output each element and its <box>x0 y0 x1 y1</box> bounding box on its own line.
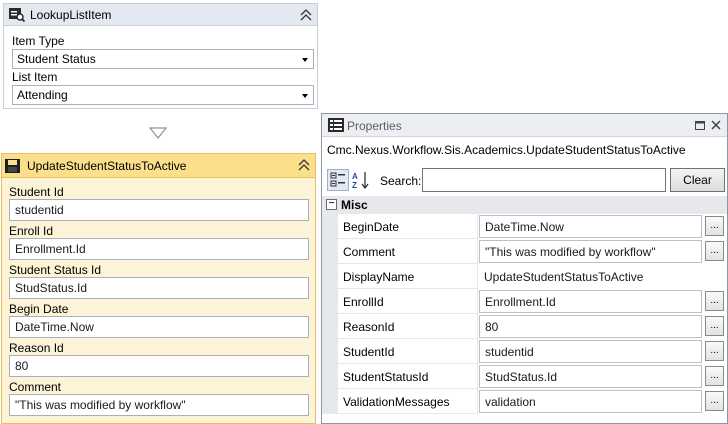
dropdown-arrow-icon <box>302 94 308 98</box>
student-status-id-field[interactable]: StudStatus.Id <box>9 277 309 299</box>
comment-field[interactable]: "This was modified by workflow" <box>9 394 309 416</box>
categorize-icon <box>330 172 345 187</box>
property-value-field[interactable]: 80 <box>479 315 702 338</box>
student-status-id-label: Student Status Id <box>9 263 102 277</box>
category-misc[interactable]: − Misc <box>322 196 727 214</box>
property-name: ReasonId <box>338 314 478 339</box>
ellipsis-button[interactable]: ... <box>705 216 724 236</box>
row-gutter <box>322 264 338 289</box>
close-icon[interactable] <box>710 119 722 131</box>
property-row-enrollid: EnrollId Enrollment.Id ... <box>322 289 727 314</box>
student-id-field[interactable]: studentid <box>9 199 309 221</box>
search-input[interactable] <box>422 168 666 192</box>
activity-header[interactable]: UpdateStudentStatusToActive <box>2 154 315 178</box>
lookup-list-item-activity[interactable]: LookupListItem Item Type Student Status … <box>3 3 318 109</box>
svg-text:A: A <box>352 172 358 181</box>
property-row-studentstatusid: StudentStatusId StudStatus.Id ... <box>322 364 727 389</box>
properties-title-bar: Properties <box>322 114 727 137</box>
sort-az-icon: A Z <box>352 172 369 190</box>
update-student-status-activity[interactable]: UpdateStudentStatusToActive Student Id s… <box>1 153 316 424</box>
property-name: StudentStatusId <box>338 364 478 389</box>
properties-toolbar: A Z Search: Clear <box>325 166 725 196</box>
property-value-field[interactable]: Enrollment.Id <box>479 290 702 313</box>
reason-id-label: Reason Id <box>9 341 64 355</box>
category-label: Misc <box>341 198 368 212</box>
sort-alphabetical-button[interactable]: A Z <box>350 169 372 191</box>
activity-header[interactable]: LookupListItem <box>4 4 317 26</box>
property-row-studentid: StudentId studentid ... <box>322 339 727 364</box>
property-name: StudentId <box>338 339 478 364</box>
row-gutter <box>322 389 338 414</box>
item-type-dropdown[interactable]: Student Status <box>12 49 314 69</box>
row-gutter <box>322 339 338 364</box>
property-name: DisplayName <box>338 264 478 289</box>
row-gutter <box>322 314 338 339</box>
selected-type-name: Cmc.Nexus.Workflow.Sis.Academics.UpdateS… <box>327 143 686 157</box>
ellipsis-button[interactable]: ... <box>705 241 724 261</box>
list-item-value: Attending <box>17 88 68 102</box>
collapse-icon[interactable] <box>298 158 310 172</box>
properties-panel: Properties Cmc.Nexus.Workflow.Sis.Academ… <box>321 113 728 424</box>
property-name: BeginDate <box>338 214 478 239</box>
properties-title: Properties <box>347 119 402 133</box>
maximize-icon[interactable] <box>694 119 706 131</box>
property-value-field[interactable]: DateTime.Now <box>479 215 702 238</box>
ellipsis-button[interactable]: ... <box>705 366 724 386</box>
property-value-field[interactable]: validation <box>479 390 702 413</box>
ellipsis-button[interactable]: ... <box>705 316 724 336</box>
search-label: Search: <box>380 174 422 188</box>
ellipsis-button[interactable]: ... <box>705 291 724 311</box>
property-row-displayname: DisplayName UpdateStudentStatusToActive <box>322 264 727 289</box>
property-name: EnrollId <box>338 289 478 314</box>
property-row-begindate: BeginDate DateTime.Now ... <box>322 214 727 239</box>
comment-label: Comment <box>9 380 62 394</box>
enroll-id-label: Enroll Id <box>9 224 54 238</box>
row-gutter <box>322 214 338 239</box>
clear-button[interactable]: Clear <box>670 168 725 192</box>
list-item-label: List Item <box>12 70 58 84</box>
reason-id-field[interactable]: 80 <box>9 355 309 377</box>
row-gutter <box>322 289 338 314</box>
property-value-field[interactable]: UpdateStudentStatusToActive <box>479 265 702 288</box>
property-row-reasonid: ReasonId 80 ... <box>322 314 727 339</box>
property-value-field[interactable]: studentid <box>479 340 702 363</box>
begin-date-label: Begin Date <box>9 302 69 316</box>
enroll-id-field[interactable]: Enrollment.Id <box>9 238 309 260</box>
collapse-icon[interactable] <box>300 8 312 22</box>
dropdown-arrow-icon <box>302 58 308 62</box>
activity-title: LookupListItem <box>30 8 112 22</box>
property-name: ValidationMessages <box>338 389 478 414</box>
row-gutter <box>322 239 338 264</box>
student-id-label: Student Id <box>9 185 64 199</box>
item-type-value: Student Status <box>17 52 96 66</box>
svg-text:Z: Z <box>352 181 357 190</box>
property-value-field[interactable]: "This was modified by workflow" <box>479 240 702 263</box>
ellipsis-button[interactable]: ... <box>705 341 724 361</box>
collapse-category-icon[interactable]: − <box>326 199 337 210</box>
begin-date-field[interactable]: DateTime.Now <box>9 316 309 338</box>
categorize-button[interactable] <box>327 169 349 191</box>
property-row-validationmessages: ValidationMessages validation ... <box>322 389 727 414</box>
ellipsis-button[interactable]: ... <box>705 391 724 411</box>
list-item-dropdown[interactable]: Attending <box>12 85 314 105</box>
property-row-comment: Comment "This was modified by workflow" … <box>322 239 727 264</box>
flow-connector-arrow-icon <box>149 127 167 139</box>
activity-title: UpdateStudentStatusToActive <box>27 159 187 173</box>
property-value-field[interactable]: StudStatus.Id <box>479 365 702 388</box>
lookup-activity-icon <box>9 8 25 22</box>
properties-icon <box>328 118 344 132</box>
item-type-label: Item Type <box>12 34 65 48</box>
property-name: Comment <box>338 239 478 264</box>
save-activity-icon <box>5 159 20 173</box>
row-gutter <box>322 364 338 389</box>
